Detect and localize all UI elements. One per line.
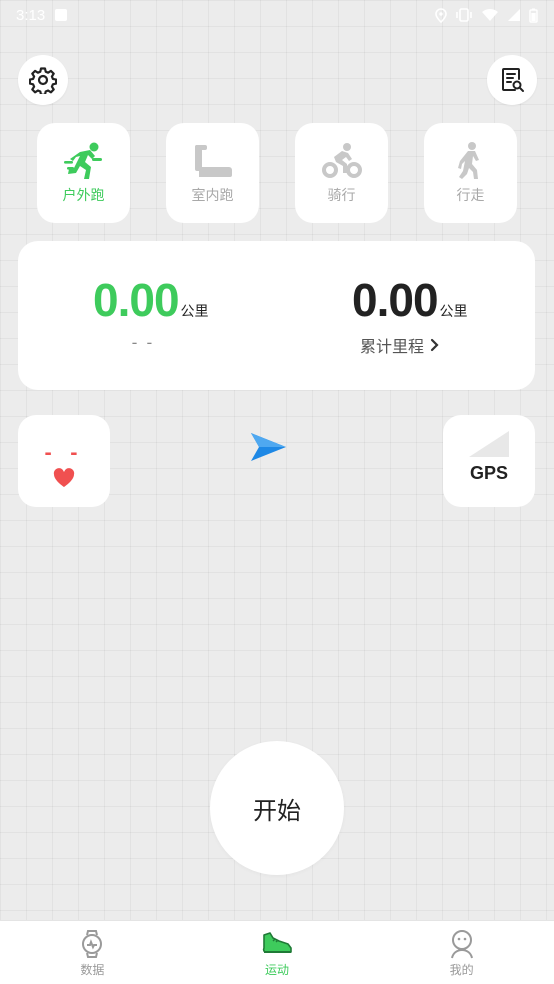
current-distance-value: 0.00 bbox=[93, 274, 180, 326]
current-distance-sub: - - bbox=[131, 333, 155, 352]
bottom-nav: 数据 运动 我的 bbox=[0, 920, 554, 984]
sneaker-icon bbox=[262, 932, 292, 953]
distance-stats-card: 0.00 公里 - - 0.00 公里 累计里程 bbox=[18, 241, 535, 390]
cycling-icon bbox=[321, 143, 362, 178]
running-icon bbox=[63, 142, 102, 179]
nav-item-mine[interactable]: 我的 bbox=[369, 921, 554, 984]
battery-icon bbox=[529, 8, 538, 23]
mode-label: 户外跑 bbox=[62, 188, 105, 204]
status-time: 3:13 bbox=[16, 6, 46, 24]
settings-button[interactable] bbox=[18, 55, 68, 105]
nav-label: 数据 bbox=[80, 963, 105, 977]
nav-item-data[interactable]: 数据 bbox=[0, 921, 185, 984]
notification-icon bbox=[55, 9, 68, 21]
chevron-right-icon bbox=[430, 338, 439, 352]
total-distance-value: 0.00 bbox=[352, 274, 439, 326]
user-icon bbox=[450, 930, 473, 959]
mode-outdoor-run[interactable]: 户外跑 bbox=[37, 123, 130, 223]
treadmill-icon bbox=[194, 145, 232, 177]
location-status-icon bbox=[435, 7, 447, 23]
total-distance[interactable]: 0.00 公里 累计里程 bbox=[352, 273, 468, 357]
cell-signal-icon bbox=[508, 9, 520, 21]
sport-modes: 户外跑 室内跑 骑行 行走 bbox=[37, 123, 517, 223]
mode-label: 室内跑 bbox=[191, 188, 234, 204]
document-search-icon bbox=[502, 68, 524, 92]
mode-label: 骑行 bbox=[327, 188, 356, 204]
mode-walking[interactable]: 行走 bbox=[424, 123, 517, 223]
mode-cycling[interactable]: 骑行 bbox=[295, 123, 388, 223]
total-distance-unit: 公里 bbox=[439, 304, 468, 320]
heart-rate-value: - - bbox=[44, 443, 84, 464]
nav-item-sport[interactable]: 运动 bbox=[185, 921, 370, 984]
total-distance-label: 累计里程 bbox=[360, 337, 425, 356]
mode-label: 行走 bbox=[456, 188, 485, 204]
signal-icon bbox=[469, 431, 509, 457]
watch-icon bbox=[82, 930, 103, 958]
mode-indoor-run[interactable]: 室内跑 bbox=[166, 123, 259, 223]
status-bar: 3:13 bbox=[0, 0, 554, 30]
gps-card: GPS bbox=[443, 415, 535, 507]
walking-icon bbox=[457, 142, 479, 179]
current-distance: 0.00 公里 - - bbox=[93, 273, 209, 352]
nav-label: 运动 bbox=[265, 963, 290, 977]
heart-rate-card: - - bbox=[18, 415, 110, 507]
nav-label: 我的 bbox=[449, 963, 474, 977]
total-distance-link[interactable]: 累计里程 bbox=[360, 333, 468, 357]
heart-icon bbox=[53, 468, 75, 487]
vibrate-status-icon bbox=[456, 8, 472, 22]
start-button[interactable]: 开始 bbox=[210, 741, 344, 875]
status-icons bbox=[435, 7, 538, 23]
wifi-status-icon bbox=[482, 8, 498, 21]
gps-label: GPS bbox=[469, 463, 508, 483]
gear-icon bbox=[29, 67, 57, 94]
current-distance-unit: 公里 bbox=[180, 304, 209, 320]
records-button[interactable] bbox=[487, 55, 537, 105]
location-arrow-icon bbox=[251, 433, 286, 461]
